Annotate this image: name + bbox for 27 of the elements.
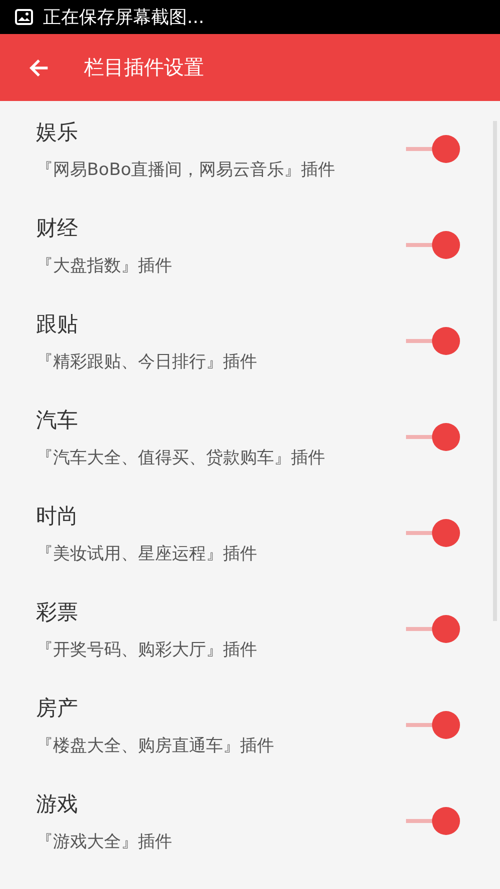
image-icon	[15, 9, 33, 25]
item-title: 跟贴	[36, 310, 79, 338]
toggle-switch[interactable]	[406, 231, 460, 259]
item-subtitle: 『开奖号码、购彩大厅』插件	[36, 638, 258, 660]
item-title: 时尚	[36, 502, 79, 530]
page-title: 栏目插件设置	[84, 54, 204, 81]
item-subtitle: 『精彩跟贴、今日排行』插件	[36, 350, 258, 372]
toggle-switch[interactable]	[406, 519, 460, 547]
toggle-switch[interactable]	[406, 135, 460, 163]
toggle-switch[interactable]	[406, 615, 460, 643]
item-title: 娱乐	[36, 118, 79, 146]
toggle-switch[interactable]	[406, 423, 460, 451]
toggle-switch[interactable]	[406, 327, 460, 355]
toggle-switch[interactable]	[406, 711, 460, 739]
item-subtitle: 『游戏大全』插件	[36, 830, 173, 852]
toggle-switch[interactable]	[406, 807, 460, 835]
item-title: 彩票	[36, 598, 79, 626]
status-text: 正在保存屏幕截图...	[43, 6, 204, 29]
item-title: 财经	[36, 214, 79, 242]
item-subtitle: 『汽车大全、值得买、贷款购车』插件	[36, 446, 326, 468]
item-title: 房产	[36, 694, 79, 722]
item-subtitle: 『美妆试用、星座运程』插件	[36, 542, 258, 564]
item-subtitle: 『网易BoBo直播间，网易云音乐』插件	[36, 158, 336, 180]
item-subtitle: 『大盘指数』插件	[36, 254, 173, 276]
item-subtitle: 『楼盘大全、购房直通车』插件	[36, 734, 275, 756]
item-title: 汽车	[36, 406, 79, 434]
item-title: 游戏	[36, 790, 79, 818]
